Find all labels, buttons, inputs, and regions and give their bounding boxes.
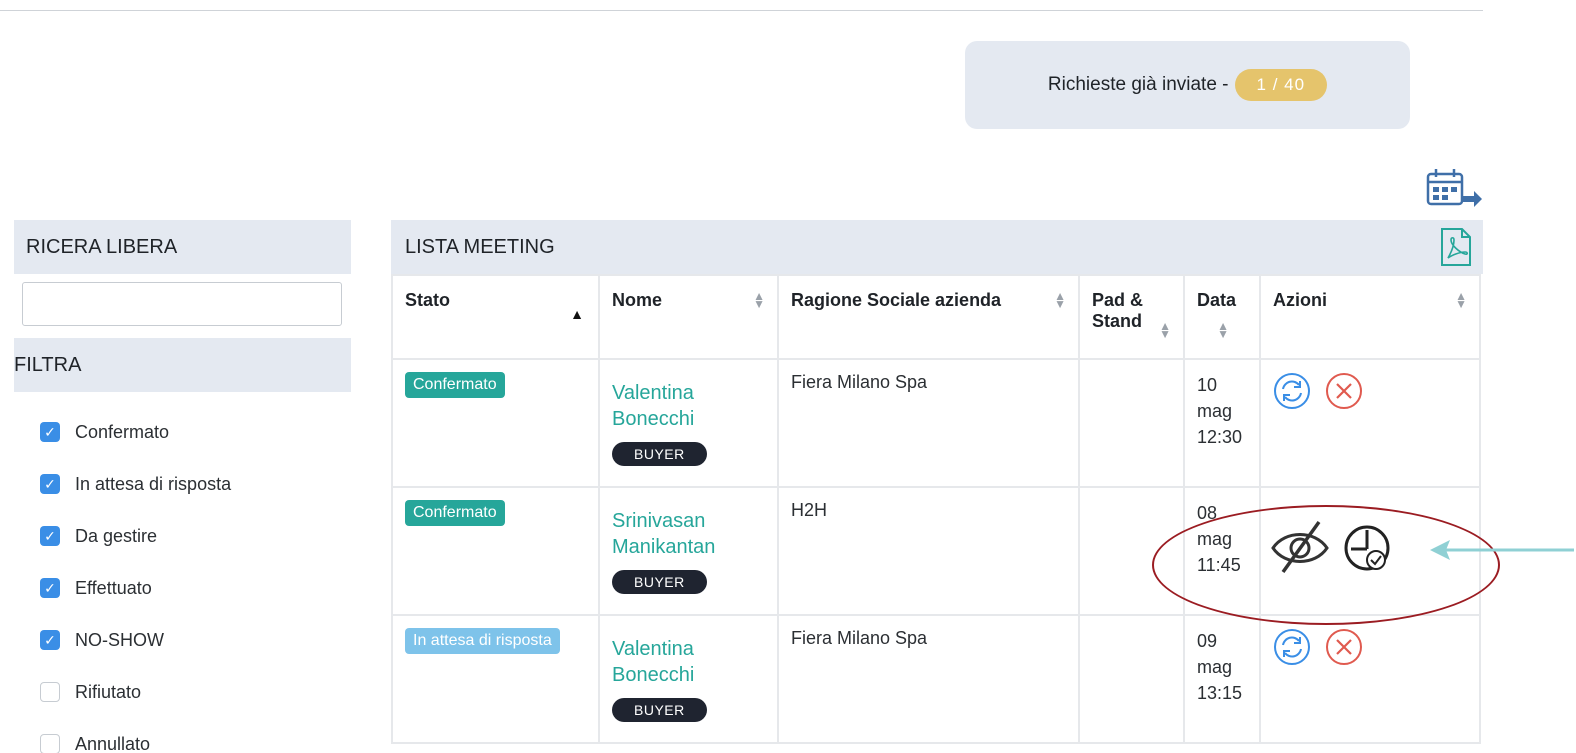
filter-item[interactable]: ✓ In attesa di risposta	[40, 458, 351, 510]
requests-sent-label: Richieste già inviate -	[1047, 74, 1229, 95]
status-cell: Confermato	[391, 486, 600, 616]
table-row: Confermato Valentina Bonecchi BUYER Fiera M…	[391, 358, 1481, 488]
free-search-title: RICERA LIBERA	[14, 220, 351, 274]
date-month: mag	[1197, 401, 1233, 421]
checkbox-checked-icon[interactable]: ✓	[40, 474, 60, 494]
pdf-export-icon[interactable]	[1439, 227, 1473, 267]
filter-item[interactable]: ✓ NO-SHOW	[40, 614, 351, 666]
date-cell: 10 mag 12:30	[1183, 358, 1261, 488]
name-cell: Valentina Bonecchi BUYER	[598, 614, 779, 744]
sort-icon: ▲ ▼	[1217, 319, 1229, 341]
role-badge: BUYER	[612, 570, 707, 594]
filter-item[interactable]: ✓ Effettuato	[40, 562, 351, 614]
checkbox-unchecked-icon[interactable]	[40, 734, 60, 753]
free-search-input[interactable]	[22, 282, 342, 326]
role-badge: BUYER	[612, 442, 707, 466]
column-label: Data	[1197, 290, 1237, 310]
sort-icon: ▲ ▼	[1159, 319, 1171, 341]
actions-cell	[1259, 614, 1481, 744]
meetings-panel-header: LISTA MEETING	[391, 220, 1483, 274]
column-header-data[interactable]: Data ▲ ▼	[1183, 274, 1261, 360]
actions-cell	[1259, 358, 1481, 488]
filter-title: FILTRA	[14, 338, 351, 392]
status-cell: In attesa di risposta	[391, 614, 600, 744]
calendar-export-icon[interactable]	[1426, 168, 1482, 208]
company-cell: Fiera Milano Spa	[777, 358, 1080, 488]
requests-count-badge: 1 / 40	[1234, 69, 1328, 101]
pad-stand-cell	[1078, 358, 1185, 488]
column-header-azioni[interactable]: Azioni ▲ ▼	[1259, 274, 1481, 360]
pad-stand-cell	[1078, 614, 1185, 744]
column-label: Nome	[612, 290, 663, 310]
filter-item[interactable]: ✓ Confermato	[40, 406, 351, 458]
company-cell: H2H	[777, 486, 1080, 616]
sort-icon: ▲ ▼	[753, 289, 765, 311]
status-cell: Confermato	[391, 358, 600, 488]
filter-label: Rifiutato	[75, 681, 142, 702]
filter-item[interactable]: Annullato	[40, 718, 351, 753]
filter-list: ✓ Confermato ✓ In attesa di risposta ✓ Da ges…	[14, 392, 351, 753]
date-month: mag	[1197, 657, 1233, 677]
status-badge: Confermato	[405, 500, 505, 526]
filter-label: Effettuato	[75, 577, 152, 598]
contact-name-link[interactable]: Valentina Bonecchi	[612, 636, 742, 688]
date-time: 12:30	[1197, 427, 1243, 447]
column-header-stato[interactable]: Stato ▲	[391, 274, 600, 360]
role-badge: BUYER	[612, 698, 707, 722]
column-label: Pad & Stand	[1092, 290, 1144, 331]
status-badge: Confermato	[405, 372, 505, 398]
refresh-icon[interactable]	[1273, 372, 1311, 410]
sidebar: RICERA LIBERA FILTRA ✓ Confermato ✓ In atte…	[14, 220, 351, 753]
date-day: 09	[1197, 631, 1218, 651]
column-label: Stato	[405, 290, 450, 310]
company-cell: Fiera Milano Spa	[777, 614, 1080, 744]
filter-label: Confermato	[75, 421, 170, 442]
meetings-title: LISTA MEETING	[405, 235, 555, 258]
column-header-ragione-sociale[interactable]: Ragione Sociale azienda ▲ ▼	[777, 274, 1080, 360]
filter-item[interactable]: Rifiutato	[40, 666, 351, 718]
column-label: Ragione Sociale azienda	[791, 290, 1002, 310]
sort-asc-icon: ▲	[570, 306, 584, 322]
checkbox-checked-icon[interactable]: ✓	[40, 526, 60, 546]
checkbox-checked-icon[interactable]: ✓	[40, 422, 60, 442]
filter-label: In attesa di risposta	[75, 473, 232, 494]
status-badge: In attesa di risposta	[405, 628, 560, 654]
filter-item[interactable]: ✓ Da gestire	[40, 510, 351, 562]
table-row: In attesa di risposta Valentina Bonecchi B…	[391, 614, 1481, 744]
name-cell: Srinivasan Manikantan BUYER	[598, 486, 779, 616]
column-label: Azioni	[1273, 290, 1327, 310]
refresh-icon[interactable]	[1273, 628, 1311, 666]
top-divider	[0, 10, 1483, 11]
cancel-icon[interactable]	[1325, 628, 1363, 666]
date-day: 10	[1197, 375, 1218, 395]
filter-label: NO-SHOW	[75, 629, 164, 650]
filter-label: Da gestire	[75, 525, 158, 546]
contact-name-link[interactable]: Srinivasan Manikantan	[612, 508, 742, 560]
checkbox-unchecked-icon[interactable]	[40, 682, 60, 702]
date-cell: 09 mag 13:15	[1183, 614, 1261, 744]
requests-sent-box: Richieste già inviate - 1 / 40	[965, 41, 1410, 129]
filter-label: Annullato	[75, 733, 151, 753]
cancel-icon[interactable]	[1325, 372, 1363, 410]
sort-icon: ▲ ▼	[1455, 289, 1467, 311]
meetings-panel: LISTA MEETING Stato ▲ Nome ▲ ▼ Ragione Soci…	[391, 220, 1483, 753]
pointer-arrow	[1430, 540, 1574, 560]
contact-name-link[interactable]: Valentina Bonecchi	[612, 380, 742, 432]
column-header-pad-stand[interactable]: Pad & Stand ▲ ▼	[1078, 274, 1185, 360]
checkbox-checked-icon[interactable]: ✓	[40, 578, 60, 598]
column-header-nome[interactable]: Nome ▲ ▼	[598, 274, 779, 360]
name-cell: Valentina Bonecchi BUYER	[598, 358, 779, 488]
sort-icon: ▲ ▼	[1054, 289, 1066, 311]
table-header-row: Stato ▲ Nome ▲ ▼ Ragione Sociale azienda ▲ ▼ …	[391, 274, 1481, 360]
checkbox-checked-icon[interactable]: ✓	[40, 630, 60, 650]
date-time: 13:15	[1197, 683, 1243, 703]
